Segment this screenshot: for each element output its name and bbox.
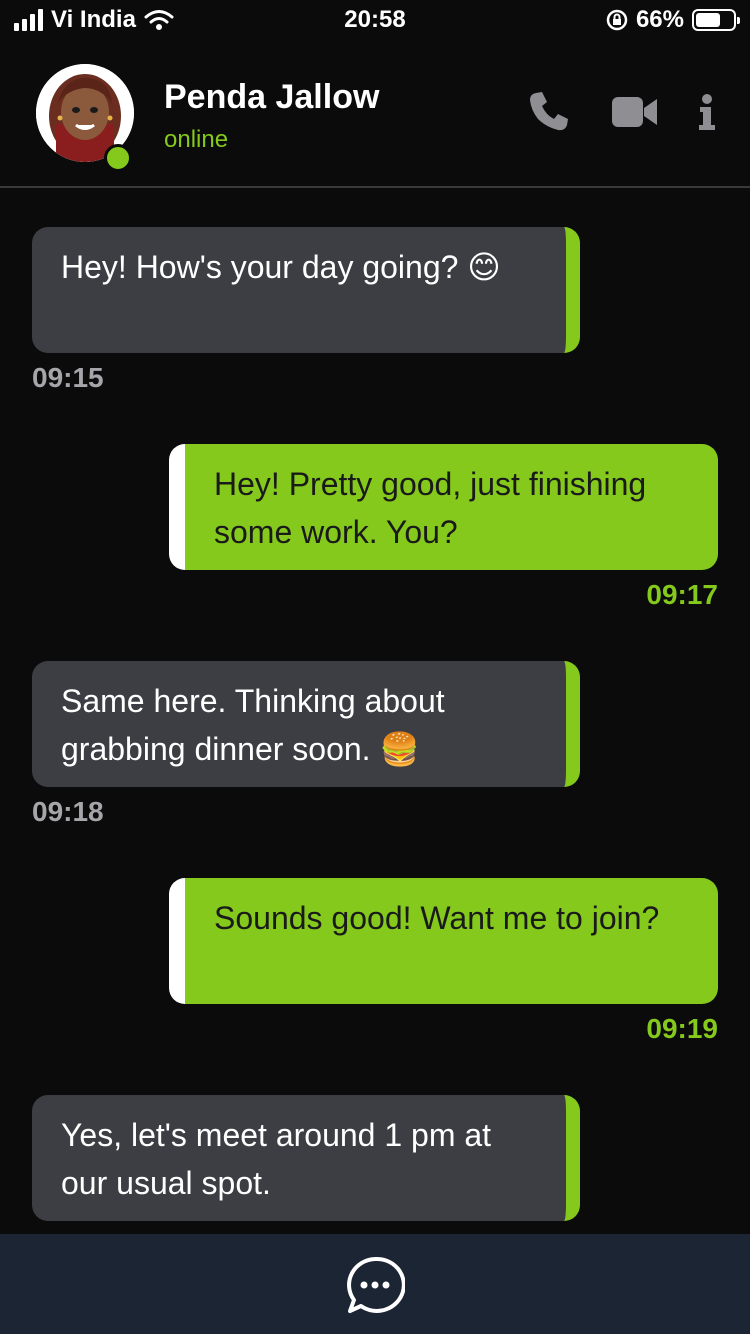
message-time: 09:17 xyxy=(646,579,718,610)
message-bubble-incoming[interactable]: Hey! How's your day going? 😊 xyxy=(32,227,580,353)
message-bubble-outgoing[interactable]: Sounds good! Want me to join? xyxy=(169,878,718,1004)
chat-header: Penda Jallow online xyxy=(0,40,750,188)
message-text: Hey! Pretty good, just finishing some wo… xyxy=(214,466,647,550)
message-bubble-incoming[interactable]: Same here. Thinking about grabbing dinne… xyxy=(32,661,580,787)
contact-name[interactable]: Penda Jallow xyxy=(164,78,379,117)
status-bar: Vi India 20:58 66% xyxy=(0,0,750,40)
message-text: Hey! How's your day going? 😊 xyxy=(61,249,501,285)
message-time: 09:18 xyxy=(32,796,104,827)
bottom-bar xyxy=(0,1234,750,1334)
battery-icon xyxy=(692,9,740,31)
message-bubble-incoming[interactable]: Yes, let's meet around 1 pm at our usual… xyxy=(32,1095,580,1221)
message-time: 09:19 xyxy=(646,1013,718,1044)
video-icon[interactable] xyxy=(612,96,658,128)
battery-percent: 66% xyxy=(635,6,684,33)
orientation-lock-icon xyxy=(606,9,628,31)
info-icon[interactable] xyxy=(698,94,716,130)
message-bubble-outgoing[interactable]: Hey! Pretty good, just finishing some wo… xyxy=(169,444,718,570)
message-time: 09:15 xyxy=(32,362,104,393)
message-text: Same here. Thinking about grabbing dinne… xyxy=(61,683,445,767)
status-right: 66% xyxy=(606,6,740,34)
message-text: Yes, let's meet around 1 pm at our usual… xyxy=(61,1117,492,1201)
chat-bubble-icon[interactable] xyxy=(345,1256,405,1316)
presence-indicator xyxy=(104,144,132,172)
phone-icon[interactable] xyxy=(528,90,570,132)
battery-fill xyxy=(696,13,720,27)
message-text: Sounds good! Want me to join? xyxy=(214,900,660,936)
contact-status: online xyxy=(164,126,229,153)
